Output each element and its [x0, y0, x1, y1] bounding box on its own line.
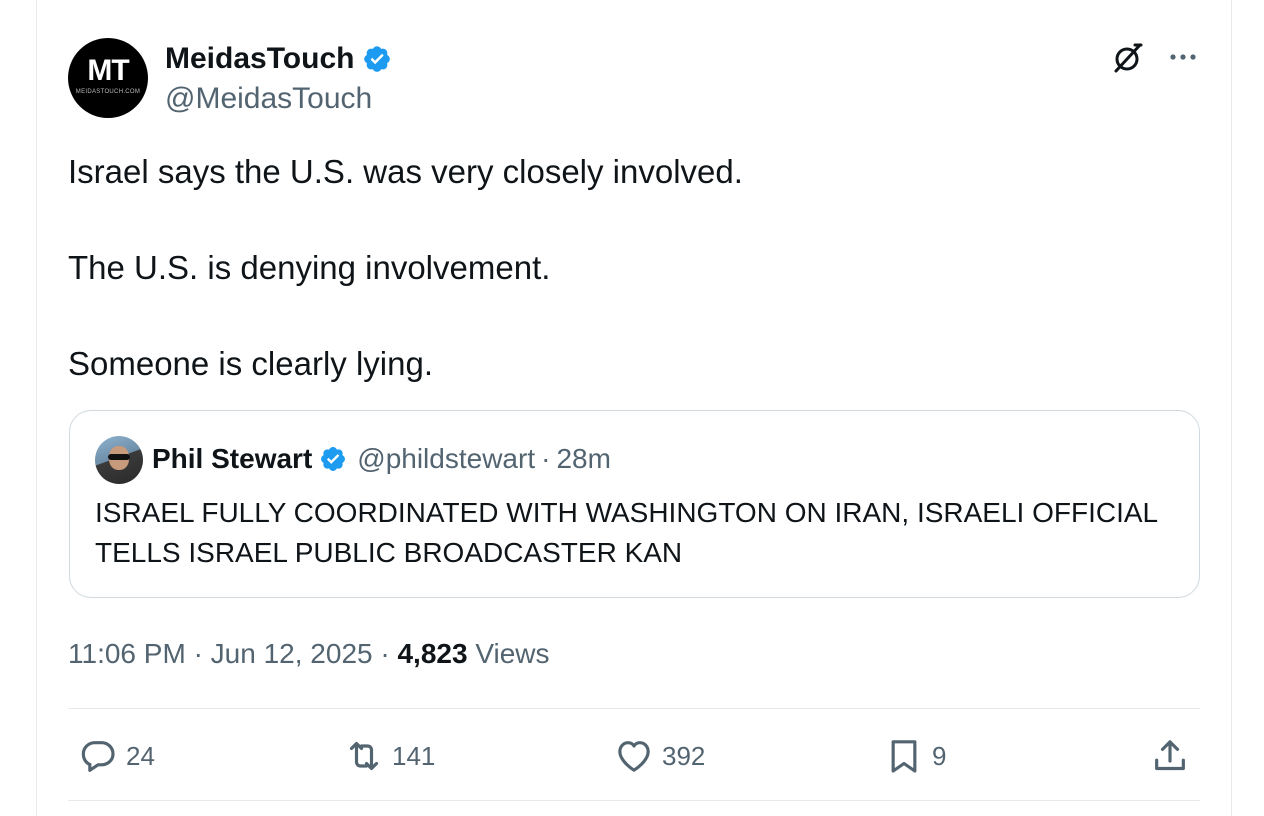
meta-separator: ·	[193, 638, 203, 669]
quoted-time[interactable]: 28m	[556, 441, 610, 477]
verified-badge-icon	[364, 46, 391, 72]
quoted-author-name[interactable]: Phil Stewart	[152, 441, 312, 477]
grok-icon[interactable]	[1110, 40, 1146, 76]
author-handle[interactable]: @MeidasTouch	[165, 80, 372, 118]
repost-count: 141	[392, 740, 436, 771]
bookmark-icon	[891, 740, 917, 773]
share-button[interactable]	[1150, 734, 1198, 778]
reply-icon	[81, 741, 115, 772]
views-count: 4,823	[397, 638, 468, 669]
tweet-text: Israel says the U.S. was very closely in…	[68, 148, 743, 388]
tweet-meta: 11:06 PM · Jun 12, 2025 · 4,823 Views	[68, 634, 550, 674]
quoted-author-avatar[interactable]	[95, 436, 143, 484]
divider	[68, 708, 1200, 709]
author-name[interactable]: MeidasTouch	[165, 40, 354, 78]
share-icon	[1155, 740, 1185, 771]
tweet-line: Someone is clearly lying.	[68, 345, 433, 382]
quoted-separator: ·	[541, 443, 551, 474]
author-avatar[interactable]: MT MEIDASTOUCH.COM	[68, 38, 148, 118]
more-icon[interactable]	[1166, 42, 1200, 72]
tweet-frame	[36, 0, 1232, 816]
quoted-header: Phil Stewart @phildstewart · 28m	[152, 441, 611, 477]
meta-separator: ·	[380, 638, 390, 669]
like-count: 392	[662, 740, 706, 771]
views-label: Views	[475, 638, 550, 669]
reply-count: 24	[126, 740, 155, 771]
reply-button[interactable]: 24	[78, 734, 155, 778]
bookmark-count: 9	[932, 740, 947, 771]
quoted-text: ISRAEL FULLY COORDINATED WITH WASHINGTON…	[95, 497, 1158, 568]
tweet-line: The U.S. is denying involvement.	[68, 249, 551, 286]
avatar-logo-subtext: MEIDASTOUCH.COM	[75, 89, 141, 95]
verified-badge-icon	[321, 447, 346, 471]
repost-icon	[349, 741, 379, 771]
bookmark-button[interactable]: 9	[884, 734, 946, 778]
like-button[interactable]: 392	[614, 734, 705, 778]
quoted-tweet[interactable]: Phil Stewart @phildstewart · 28m ISRAEL …	[69, 410, 1200, 598]
avatar-logo-text: MT	[87, 54, 129, 87]
tweet-time[interactable]: 11:06 PM	[68, 638, 186, 669]
heart-icon	[618, 741, 650, 772]
repost-button[interactable]: 141	[344, 734, 435, 778]
author-name-row[interactable]: MeidasTouch	[165, 40, 392, 78]
quoted-author-handle[interactable]: @phildstewart	[357, 441, 535, 477]
divider	[68, 800, 1200, 801]
tweet-date[interactable]: Jun 12, 2025	[211, 638, 373, 669]
tweet-line: Israel says the U.S. was very closely in…	[68, 153, 743, 190]
